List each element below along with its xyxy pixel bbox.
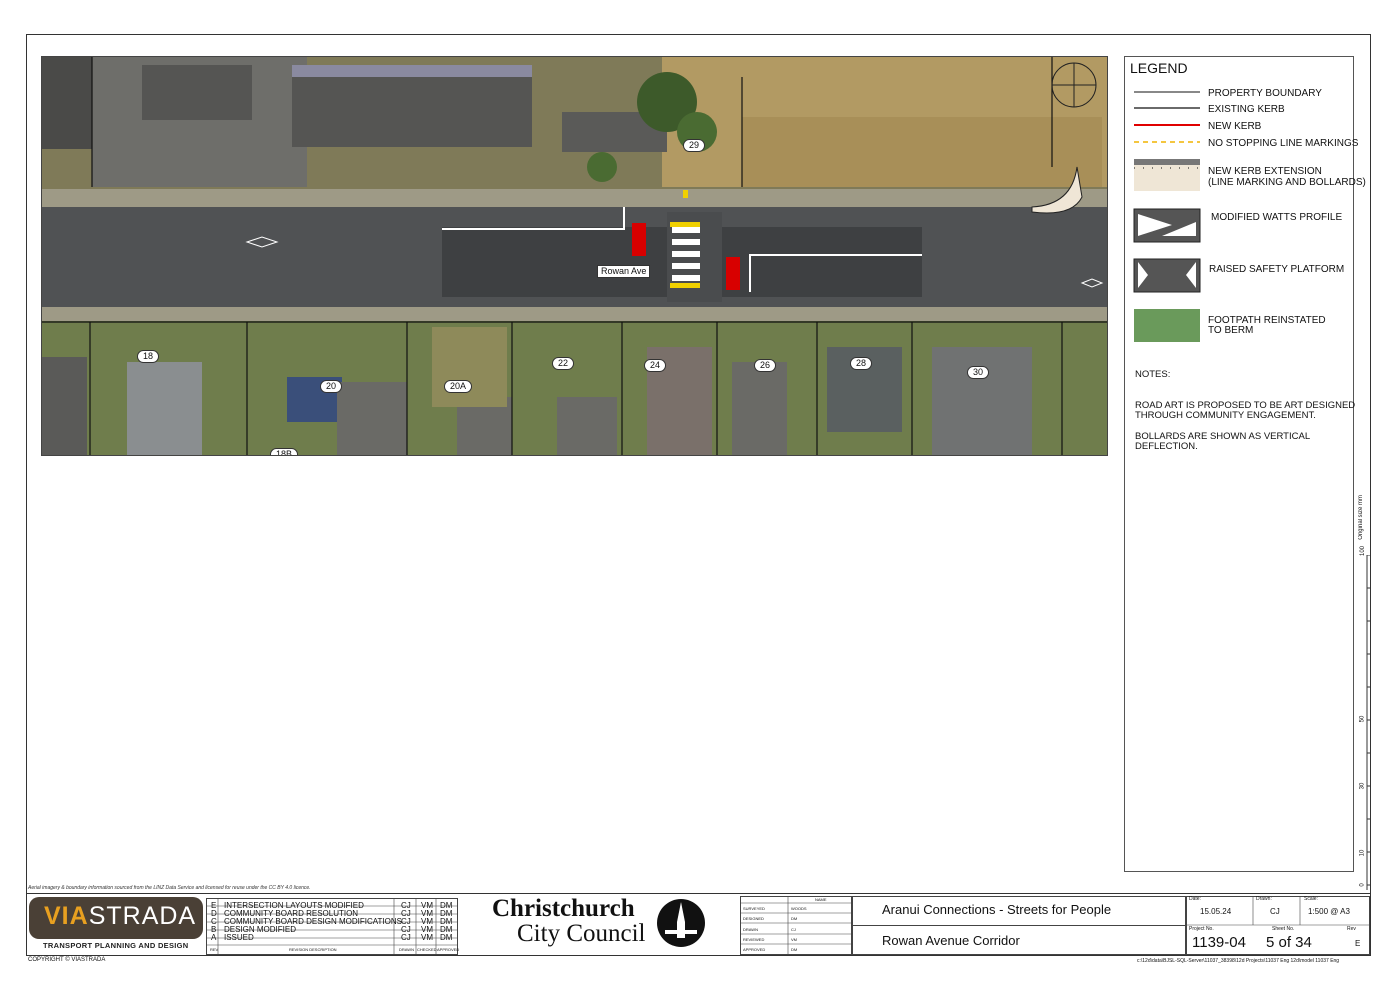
rev-letter: A bbox=[211, 933, 217, 942]
scale-bar bbox=[1366, 555, 1371, 890]
signoff-name: VM bbox=[791, 937, 797, 942]
rev-header-approved: APPROVED bbox=[437, 947, 460, 952]
house-number-label: 20 bbox=[320, 380, 343, 393]
legend-title: LEGEND bbox=[1130, 60, 1188, 76]
imagery-attribution: Aerial imagery & boundary information so… bbox=[28, 885, 311, 891]
project-title: Aranui Connections - Streets for People bbox=[882, 902, 1112, 917]
rev-value: E bbox=[1355, 939, 1361, 948]
rev-label: Rev bbox=[1347, 926, 1356, 932]
scale-tick-label: 10 bbox=[1359, 849, 1366, 857]
scale-tick-label: 30 bbox=[1359, 782, 1366, 790]
aerial-plan-drawing bbox=[42, 57, 1107, 455]
scale-bar-caption: Original size mm bbox=[1358, 495, 1364, 540]
project-title-divider bbox=[852, 925, 1186, 926]
signoff-role: SURVEYED bbox=[743, 906, 765, 911]
project-no-label: Project No. bbox=[1189, 926, 1214, 932]
company-tagline: TRANSPORT PLANNING AND DESIGN bbox=[43, 941, 189, 950]
house-number-label: 18 bbox=[137, 350, 160, 363]
house-number-label: 18B bbox=[270, 448, 299, 455]
signoff-role: REVIEWED bbox=[743, 937, 765, 942]
project-no-value: 1139-04 bbox=[1192, 934, 1246, 951]
rev-checked: VM bbox=[421, 933, 433, 942]
rev-header-drawn: DRAWN bbox=[399, 947, 414, 952]
signoff-name: DM bbox=[791, 947, 798, 952]
rev-header-desc: REVISION DESCRIPTION bbox=[289, 947, 337, 952]
signoff-role: DRAWN bbox=[743, 927, 758, 932]
legend-item-watts-profile: MODIFIED WATTS PROFILE bbox=[1211, 212, 1343, 223]
drawing-title: Rowan Avenue Corridor bbox=[882, 933, 1020, 948]
copyright: COPYRIGHT © VIASTRADA bbox=[28, 957, 106, 963]
aerial-plan: 29 18 20 20A 22 24 26 28 30 18B Rowan Av… bbox=[41, 56, 1108, 456]
scale-value: 1:500 @ A3 bbox=[1308, 907, 1350, 916]
note-line: THROUGH COMMUNITY ENGAGEMENT. bbox=[1135, 410, 1316, 421]
house-number-label: 29 bbox=[683, 139, 706, 152]
note-line: DEFLECTION. bbox=[1135, 441, 1198, 452]
signoff-name: CJ bbox=[791, 927, 796, 932]
signoff-header: NAME bbox=[815, 897, 827, 902]
legend-symbols bbox=[1133, 91, 1201, 342]
rev-header-rev: REV bbox=[210, 947, 219, 952]
legend-item-no-stopping: NO STOPPING LINE MARKINGS bbox=[1208, 138, 1359, 149]
scale-label: Scale: bbox=[1304, 896, 1318, 902]
drawn-value: CJ bbox=[1270, 907, 1280, 916]
scale-tick-label: 0 bbox=[1359, 883, 1366, 887]
signoff-role: DESIGNED bbox=[743, 916, 764, 921]
company-logo-strada: STRADA bbox=[88, 902, 197, 930]
legend-item-footpath-sub: TO BERM bbox=[1208, 325, 1254, 336]
company-logo-text: VIASTRADA bbox=[44, 902, 196, 931]
legend-item-safety-platform: RAISED SAFETY PLATFORM bbox=[1209, 264, 1345, 275]
legend-item-property-boundary: PROPERTY BOUNDARY bbox=[1208, 88, 1322, 99]
house-number-label: 28 bbox=[850, 357, 873, 370]
revision-row: A ISSUED CJ VM DM bbox=[209, 934, 457, 942]
notes-title: NOTES: bbox=[1135, 369, 1171, 380]
date-value: 15.05.24 bbox=[1200, 907, 1232, 916]
council-name-line1: Christchurch bbox=[492, 895, 635, 922]
council-cathedral-icon bbox=[657, 899, 705, 947]
legend-item-existing-kerb: EXISTING KERB bbox=[1208, 104, 1285, 115]
signoff-name: DM bbox=[791, 916, 798, 921]
sheet-no-value: 5 of 34 bbox=[1266, 934, 1312, 951]
council-name-line2: City Council bbox=[517, 920, 646, 947]
scale-tick-label: 50 bbox=[1359, 715, 1366, 723]
rev-desc: ISSUED bbox=[224, 933, 254, 942]
legend-item-new-kerb: NEW KERB bbox=[1208, 121, 1262, 132]
rev-header-checked: CHECKED bbox=[417, 947, 437, 952]
legend-item-kerb-extension: NEW KERB EXTENSION bbox=[1208, 166, 1322, 177]
sheet-no-label: Sheet No. bbox=[1272, 926, 1295, 932]
house-number-label: 22 bbox=[552, 357, 575, 370]
house-number-label: 30 bbox=[967, 366, 990, 379]
house-number-label: 26 bbox=[754, 359, 777, 372]
date-label: Date: bbox=[1189, 896, 1201, 902]
signoff-role: APPROVED bbox=[743, 947, 766, 952]
file-path: c:\12d\data\BJSL-SQL-Server\11037_38398\… bbox=[1137, 958, 1340, 964]
rev-approved: DM bbox=[440, 933, 453, 942]
company-logo-via: VIA bbox=[44, 902, 89, 930]
scale-tick-label: 100 bbox=[1360, 545, 1367, 557]
signoff-name: WOODS bbox=[791, 906, 807, 911]
street-name-label: Rowan Ave bbox=[597, 265, 651, 278]
rev-drawn: CJ bbox=[401, 933, 411, 942]
house-number-label: 24 bbox=[644, 359, 667, 372]
legend-item-kerb-extension-sub: (LINE MARKING AND BOLLARDS) bbox=[1208, 177, 1366, 188]
house-number-label: 20A bbox=[444, 380, 473, 393]
drawn-label: Drawn: bbox=[1256, 896, 1272, 902]
